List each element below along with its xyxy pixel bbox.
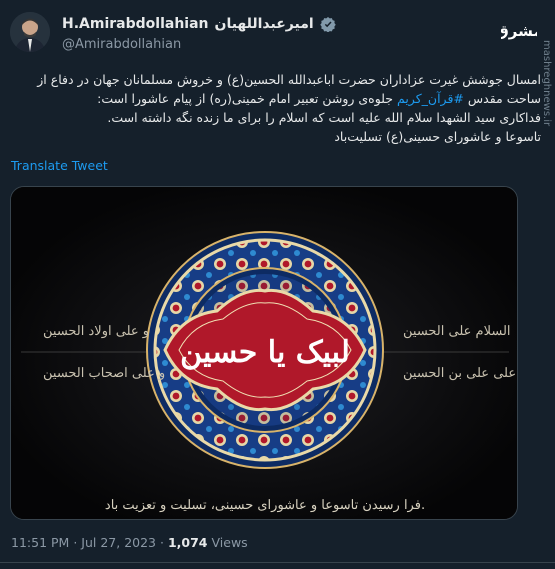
translate-tweet-link[interactable]: Translate Tweet xyxy=(11,158,108,173)
verified-badge-icon xyxy=(319,17,336,32)
poster-center-text: لبیک یا حسین xyxy=(180,335,350,370)
avatar[interactable] xyxy=(10,12,50,52)
hashtag-link[interactable]: #قرآن_کریم xyxy=(397,91,464,106)
poster-left-line-1: و علی اولاد الحسین xyxy=(43,324,149,339)
tweet-meta: 11:51 PM · Jul 27, 2023 · 1,074 Views xyxy=(11,535,248,550)
author-handle[interactable]: @Amirabdollahian xyxy=(62,37,336,52)
tweet-line-2-start: ساحت مقدس xyxy=(467,91,541,106)
poster-right-line-1: السلام علی الحسین xyxy=(403,324,511,339)
logo-text: مشرق xyxy=(501,22,537,40)
display-name-persian[interactable]: امیرعبداللهیان xyxy=(215,16,314,32)
tweet-line-3: فداکاری سید الشهدا سلام الله علیه است که… xyxy=(107,110,541,125)
mashregh-logo-icon: مشرق xyxy=(495,14,542,44)
muharram-poster: لبیک یا حسین و علی اولاد الحسین و علی اص… xyxy=(11,187,518,519)
site-watermark: mashreghnews.ir xyxy=(539,40,553,240)
meta-separator-1: · xyxy=(73,535,78,550)
tweet-text: امسال جوشش غیرت عزاداران حضرت اباعبدالله… xyxy=(14,70,541,146)
meta-separator-2: · xyxy=(160,535,164,550)
poster-left-line-2: و علی اصحاب الحسین xyxy=(43,366,165,381)
views-count[interactable]: 1,074 xyxy=(168,535,208,550)
author-names: H.Amirabdollahian امیرعبداللهیان @Amirab… xyxy=(62,16,336,52)
tweet-line-4: تاسوعا و عاشورای حسینی(ع) تسلیت‌باد xyxy=(334,129,541,144)
poster-bottom-text: فرا رسیدن تاسوعا و عاشورای حسینی، تسلیت … xyxy=(105,498,425,513)
display-name-latin[interactable]: H.Amirabdollahian xyxy=(62,16,209,32)
tweet-line-2-end: جلوه‌ی روشن تعبیر امام خمینی(ره) از پیام… xyxy=(97,91,394,106)
tweet-line-1: امسال جوشش غیرت عزاداران حضرت اباعبدالله… xyxy=(37,72,541,87)
watermark-text: mashreghnews.ir xyxy=(541,40,552,127)
divider xyxy=(0,562,555,563)
tweet-time[interactable]: 11:51 PM xyxy=(11,535,69,550)
tweet-media-image[interactable]: لبیک یا حسین و علی اولاد الحسین و علی اص… xyxy=(10,186,518,520)
views-label: Views xyxy=(211,535,248,550)
poster-right-line-2: و علی علی بن الحسین xyxy=(403,366,518,381)
tweet-line-2: ساحت مقدس #قرآن_کریم جلوه‌ی روشن تعبیر ا… xyxy=(14,89,541,108)
tweet-card: H.Amirabdollahian امیرعبداللهیان @Amirab… xyxy=(0,0,555,569)
tweet-header: H.Amirabdollahian امیرعبداللهیان @Amirab… xyxy=(10,12,543,56)
tweet-date[interactable]: Jul 27, 2023 xyxy=(81,535,156,550)
